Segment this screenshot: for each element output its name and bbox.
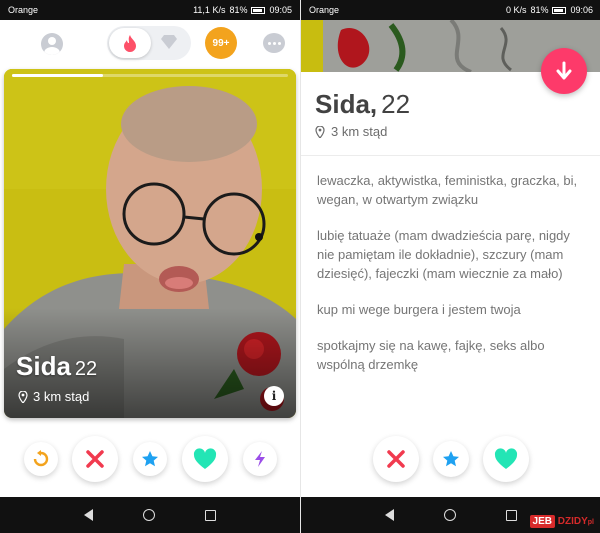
card-distance: 3 km stąd <box>18 389 89 404</box>
action-bar <box>301 428 600 490</box>
bio-paragraph: lubię tatuaże (mam dwadzieścia parę, nig… <box>317 228 570 281</box>
recent-apps-icon[interactable] <box>506 509 517 521</box>
photo-progress-fill <box>12 74 104 77</box>
battery-percent: 81% <box>229 5 248 15</box>
battery-icon <box>552 6 567 14</box>
bio-text: lewaczka, aktywistka, feministka, graczk… <box>317 171 589 391</box>
site-watermark: JEB DZIDYpl <box>529 515 594 528</box>
profile-distance-label: 3 km stąd <box>331 124 388 139</box>
discover-tab[interactable] <box>109 28 151 58</box>
card-age: 22 <box>74 358 98 380</box>
left-screen: Orange 11,1 K/s 81% 09:05 99+ Sida 22 3 … <box>0 0 300 533</box>
lightning-icon <box>255 451 265 467</box>
likes-badge[interactable]: 99+ <box>205 27 237 59</box>
super-like-button[interactable] <box>433 441 469 477</box>
info-button[interactable]: i <box>264 386 284 406</box>
profile-age: 22 <box>381 89 411 119</box>
profile-icon[interactable] <box>41 33 63 55</box>
diamond-icon[interactable] <box>160 34 178 50</box>
location-pin-icon <box>315 125 325 138</box>
carrier-label: Orange <box>8 5 39 15</box>
close-icon <box>387 450 405 468</box>
super-like-button[interactable] <box>133 442 167 476</box>
star-icon <box>443 451 459 467</box>
location-pin-icon <box>18 390 28 403</box>
star-icon <box>142 451 158 467</box>
rewind-button[interactable] <box>24 442 58 476</box>
bio-paragraph: spotkajmy się na kawę, fajkę, seks albo … <box>317 338 545 372</box>
nope-button[interactable] <box>72 436 118 482</box>
flame-icon <box>124 35 136 52</box>
android-nav-bar <box>0 497 300 533</box>
boost-button[interactable] <box>243 442 277 476</box>
rewind-icon <box>33 450 49 467</box>
photo-progress <box>12 74 288 77</box>
profile-distance: 3 km stąd <box>315 124 387 139</box>
android-nav-bar <box>301 497 600 533</box>
carrier-label: Orange <box>309 5 340 15</box>
card-name: Sida 22 <box>16 351 98 381</box>
clock: 09:06 <box>570 5 593 15</box>
profile-card[interactable]: Sida 22 3 km stąd i <box>4 69 296 418</box>
profile-name: Sida, 22 <box>315 89 411 119</box>
messages-icon[interactable] <box>263 33 285 53</box>
card-distance-label: 3 km stąd <box>33 389 90 404</box>
clock: 09:05 <box>269 5 292 15</box>
home-icon[interactable] <box>444 509 456 521</box>
home-icon[interactable] <box>143 509 155 521</box>
close-icon <box>86 450 104 468</box>
status-bar: Orange 11,1 K/s 81% 09:05 <box>0 0 300 20</box>
bio-paragraph: lewaczka, aktywistka, feministka, graczk… <box>317 173 578 207</box>
battery-icon <box>251 6 266 14</box>
nope-button[interactable] <box>373 436 419 482</box>
recent-apps-icon[interactable] <box>205 509 216 521</box>
like-button[interactable] <box>483 436 529 482</box>
back-icon[interactable] <box>385 509 394 521</box>
status-bar: Orange 0 K/s 81% 09:06 <box>301 0 600 20</box>
network-speed: 0 K/s <box>505 5 527 15</box>
like-button[interactable] <box>182 436 228 482</box>
heart-icon <box>494 448 518 469</box>
right-screen: Orange 0 K/s 81% 09:06 Sida, 22 3 km stąd <box>300 0 600 533</box>
divider <box>301 155 600 156</box>
heart-icon <box>193 448 217 469</box>
battery-percent: 81% <box>530 5 549 15</box>
collapse-profile-button[interactable] <box>541 48 587 94</box>
arrow-down-icon <box>556 61 572 80</box>
top-nav: 99+ <box>0 20 300 68</box>
network-speed: 11,1 K/s <box>193 5 226 15</box>
bio-paragraph: kup mi wege burgera i jestem twoja <box>317 302 521 317</box>
back-icon[interactable] <box>84 509 93 521</box>
action-bar <box>0 428 300 490</box>
